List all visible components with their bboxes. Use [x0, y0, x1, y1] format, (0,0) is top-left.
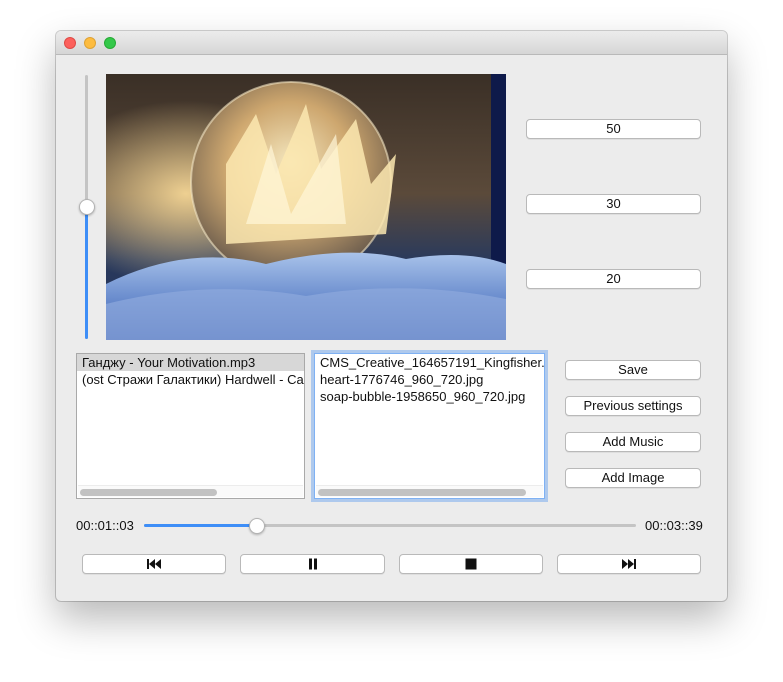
total-time-label: 00::03::39 — [645, 518, 703, 533]
image-preview — [106, 74, 506, 340]
playback-progress-slider[interactable] — [144, 518, 636, 534]
add-music-button[interactable]: Add Music — [565, 432, 701, 452]
image-list[interactable]: CMS_Creative_164657191_Kingfisher.jp hea… — [314, 353, 545, 499]
image-list-item[interactable]: CMS_Creative_164657191_Kingfisher.jp — [315, 354, 544, 371]
music-list-scrollbar[interactable] — [78, 485, 303, 497]
music-list-item[interactable]: Ганджу - Your Motivation.mp3 — [77, 354, 304, 371]
volume-slider-knob[interactable] — [79, 199, 95, 215]
pause-button[interactable] — [240, 554, 385, 574]
add-image-button[interactable]: Add Image — [565, 468, 701, 488]
volume-slider[interactable] — [79, 75, 95, 339]
save-button[interactable]: Save — [565, 360, 701, 380]
image-list-scrollbar[interactable] — [316, 485, 543, 497]
app-window: 50 30 20 Ганджу - Your Motivation.mp3 (o… — [56, 31, 727, 601]
title-bar — [56, 31, 727, 55]
current-time-label: 00::01::03 — [76, 518, 134, 533]
image-list-scroll-thumb[interactable] — [318, 489, 526, 496]
previous-track-button[interactable] — [82, 554, 226, 574]
maximize-window-button[interactable] — [104, 37, 116, 49]
volume-slider-fill — [85, 207, 88, 339]
music-list[interactable]: Ганджу - Your Motivation.mp3 (ost Стражи… — [76, 353, 305, 499]
setting-value-2-button[interactable]: 30 — [526, 194, 701, 214]
image-list-item[interactable]: soap-bubble-1958650_960_720.jpg — [315, 388, 544, 405]
next-track-button[interactable] — [557, 554, 701, 574]
image-list-item[interactable]: heart-1776746_960_720.jpg — [315, 371, 544, 388]
music-list-scroll-thumb[interactable] — [80, 489, 217, 496]
progress-fill — [144, 524, 258, 527]
setting-value-3-button[interactable]: 20 — [526, 269, 701, 289]
soap-bubble-photo — [106, 74, 506, 340]
progress-knob[interactable] — [249, 518, 266, 534]
music-list-item[interactable]: (ost Стражи Галактики) Hardwell - Ca — [77, 371, 304, 388]
stop-button[interactable] — [399, 554, 543, 574]
minimize-window-button[interactable] — [84, 37, 96, 49]
setting-value-1-button[interactable]: 50 — [526, 119, 701, 139]
close-window-button[interactable] — [64, 37, 76, 49]
previous-settings-button[interactable]: Previous settings — [565, 396, 701, 416]
